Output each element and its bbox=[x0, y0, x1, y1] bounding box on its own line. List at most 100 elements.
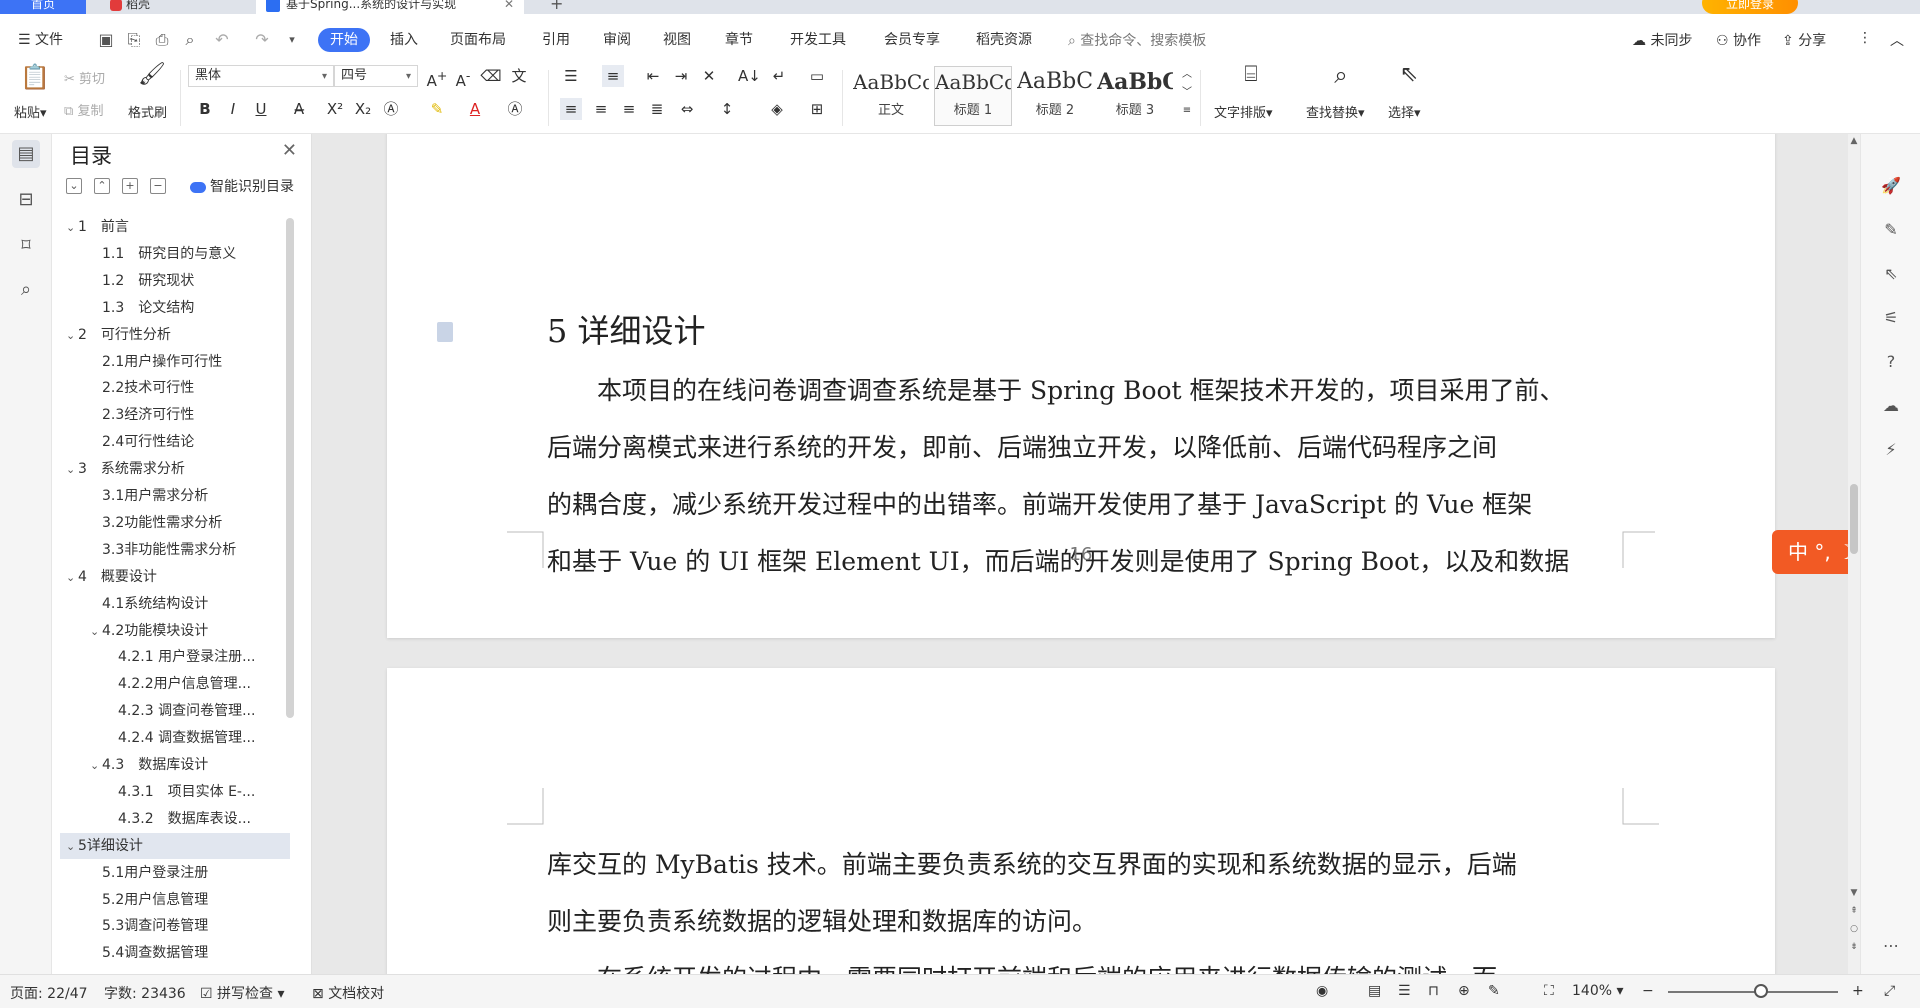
pen-icon[interactable]: ✎ bbox=[1879, 218, 1903, 242]
phonetic-icon[interactable]: 文 bbox=[508, 65, 530, 87]
redo-icon[interactable]: ↷ bbox=[252, 30, 272, 50]
numbered-list-icon[interactable]: ≡ bbox=[602, 65, 624, 87]
copy-button[interactable]: ⧉ 复制 bbox=[64, 100, 103, 119]
document-page[interactable]: 5 详细设计 本项目的在线问卷调查调查系统是基于 Spring Boot 框架技… bbox=[387, 134, 1775, 638]
toc-item[interactable]: 4.3.2 数据库表设... bbox=[60, 806, 290, 832]
chevron-down-icon[interactable]: ⌄ bbox=[66, 457, 78, 482]
table-tools-icon[interactable]: ▭ bbox=[806, 65, 828, 87]
login-button[interactable]: 立即登录 bbox=[1702, 0, 1798, 14]
browse-object-icon[interactable]: ○ bbox=[1848, 924, 1860, 934]
style-heading-3[interactable]: AaBbC 标题 3 bbox=[1096, 66, 1174, 126]
toc-item[interactable]: 3.2功能性需求分析 bbox=[60, 510, 290, 536]
undo-icon[interactable]: ↶ bbox=[212, 30, 232, 50]
italic-icon[interactable]: I bbox=[222, 98, 244, 120]
next-page-icon[interactable]: ⇟ bbox=[1848, 942, 1860, 952]
export-pdf-icon[interactable]: ⎘ bbox=[124, 30, 144, 50]
magnifier-icon[interactable]: ⌕ bbox=[1326, 63, 1356, 94]
shrink-font-icon[interactable]: A- bbox=[452, 65, 474, 90]
spellcheck-button[interactable]: ☑ 拼写检查 ▾ bbox=[200, 983, 285, 1003]
command-search[interactable]: ⌕ 查找命令、搜索模板 bbox=[1068, 30, 1206, 50]
align-left-icon[interactable]: ≡ bbox=[560, 98, 582, 120]
more-options-icon[interactable]: ⋯ bbox=[1879, 934, 1903, 958]
tab-start[interactable]: 开始 bbox=[318, 28, 370, 52]
tab-member[interactable]: 会员专享 bbox=[884, 28, 940, 52]
toc-scrollbar[interactable] bbox=[286, 218, 294, 718]
toc-item[interactable]: 5.3调查问卷管理 bbox=[60, 913, 290, 939]
expand-up-icon[interactable]: ⌃ bbox=[94, 178, 110, 194]
chapter-nav-icon[interactable]: ⊟ bbox=[12, 186, 40, 214]
document-canvas[interactable]: 5 详细设计 本项目的在线问卷调查调查系统是基于 Spring Boot 框架技… bbox=[312, 134, 1848, 974]
quick-access-dropdown-icon[interactable]: ▾ bbox=[282, 30, 302, 50]
toc-item[interactable]: ⌄ 2 可行性分析 bbox=[60, 322, 290, 348]
pointer-icon[interactable]: ⇖ bbox=[1879, 262, 1903, 286]
toc-item[interactable]: 4.2.1 用户登录注册... bbox=[60, 644, 290, 670]
tab-docer[interactable]: 稻壳 bbox=[100, 0, 240, 14]
decrease-indent-icon[interactable]: ⇤ bbox=[642, 65, 664, 87]
chevron-down-icon[interactable]: ⌄ bbox=[90, 753, 102, 778]
clear-format-icon[interactable]: ⌫ bbox=[480, 65, 502, 87]
file-menu[interactable]: ☰ 文件 bbox=[18, 28, 63, 52]
superscript-icon[interactable]: X² bbox=[324, 98, 346, 120]
toc-item[interactable]: ⌄ 4 概要设计 bbox=[60, 564, 290, 590]
zoom-out-icon[interactable]: − bbox=[1642, 983, 1654, 999]
align-right-icon[interactable]: ≡ bbox=[618, 98, 640, 120]
cloud-backup-icon[interactable]: ☁ bbox=[1879, 394, 1903, 418]
word-count[interactable]: 字数: 23436 bbox=[104, 983, 186, 1003]
toc-item[interactable]: 2.2技术可行性 bbox=[60, 375, 290, 401]
zoom-slider-thumb[interactable] bbox=[1754, 984, 1768, 998]
close-icon[interactable]: ✕ bbox=[282, 140, 297, 161]
cursor-select-icon[interactable]: ⇖ bbox=[1394, 64, 1424, 94]
bold-icon[interactable]: B bbox=[194, 98, 216, 120]
grow-font-icon[interactable]: A+ bbox=[426, 65, 448, 90]
format-painter-icon[interactable]: 🖌 bbox=[138, 64, 166, 94]
print-preview-icon[interactable]: ⌕ bbox=[180, 30, 200, 50]
fullscreen-icon[interactable]: ⤢ bbox=[1884, 983, 1895, 999]
fit-page-icon[interactable]: ⛶ bbox=[1544, 983, 1554, 999]
toc-item[interactable]: ⌄ 3 系统需求分析 bbox=[60, 456, 290, 482]
toc-item[interactable]: ⌄ 1 前言 bbox=[60, 214, 290, 240]
more-menu-icon[interactable]: ⋮ bbox=[1858, 30, 1872, 46]
toc-item[interactable]: 4.2.4 调查数据管理... bbox=[60, 725, 290, 751]
distribute-icon[interactable]: ⇔ bbox=[676, 98, 698, 120]
select-button[interactable]: 选择▾ bbox=[1388, 102, 1421, 121]
font-color-icon[interactable]: A bbox=[464, 98, 486, 120]
toc-item[interactable]: 3.3非功能性需求分析 bbox=[60, 537, 290, 563]
heading-5-detailed-design[interactable]: 5 详细设计 bbox=[547, 306, 706, 352]
show-marks-icon[interactable]: ↵ bbox=[768, 65, 790, 87]
tab-document[interactable]: 基于Spring...系统的设计与实现 ✕ bbox=[256, 0, 524, 14]
tab-insert[interactable]: 插入 bbox=[390, 28, 418, 52]
text-layout-icon[interactable]: ⌸ bbox=[1236, 64, 1266, 94]
subscript-icon[interactable]: X₂ bbox=[352, 98, 374, 120]
eye-protection-icon[interactable]: ◉ bbox=[1316, 983, 1328, 999]
toc-item[interactable]: 4.2.2用户信息管理... bbox=[60, 671, 290, 697]
search-icon[interactable]: ⌕ bbox=[12, 276, 40, 304]
chevron-down-icon[interactable]: ⌄ bbox=[90, 619, 102, 644]
scrollbar-thumb[interactable] bbox=[1850, 484, 1858, 554]
add-heading-icon[interactable]: + bbox=[122, 178, 138, 194]
justify-icon[interactable]: ≣ bbox=[646, 98, 668, 120]
toc-item[interactable]: ⌄ 4.2功能模块设计 bbox=[60, 618, 290, 644]
style-heading-1[interactable]: AaBbCcD 标题 1 bbox=[934, 66, 1012, 126]
close-tab-icon[interactable]: ✕ bbox=[504, 0, 514, 14]
line-spacing-icon[interactable]: ↕ bbox=[716, 98, 738, 120]
sort-icon[interactable]: A↓ bbox=[738, 65, 761, 87]
page-indicator[interactable]: 页面: 22/47 bbox=[10, 983, 88, 1003]
zoom-in-icon[interactable]: + bbox=[1852, 983, 1864, 999]
help-icon[interactable]: ? bbox=[1879, 350, 1903, 374]
toc-item[interactable]: 5.4调查数据管理 bbox=[60, 940, 290, 966]
style-gallery-scroll-icon[interactable]: ︿ ﹀ ≡ bbox=[1176, 66, 1198, 120]
tab-references[interactable]: 引用 bbox=[542, 28, 570, 52]
save-icon[interactable]: ▣ bbox=[96, 30, 116, 50]
toc-item[interactable]: 1.2 研究现状 bbox=[60, 268, 290, 294]
chevron-down-icon[interactable]: ⌄ bbox=[66, 565, 78, 590]
rocket-icon[interactable]: 🚀 bbox=[1879, 174, 1903, 198]
chevron-down-icon[interactable]: ⌄ bbox=[66, 834, 78, 859]
toc-item[interactable]: ⌄ 4.3 数据库设计 bbox=[60, 752, 290, 778]
outline-view-icon[interactable]: ☰ bbox=[1398, 983, 1411, 999]
style-normal[interactable]: AaBbCcDd 正文 bbox=[852, 66, 930, 126]
zoom-select[interactable]: 140% ▾ bbox=[1572, 983, 1624, 999]
toc-item[interactable]: 1.1 研究目的与意义 bbox=[60, 241, 290, 267]
scroll-top-icon[interactable]: ▲ bbox=[1848, 136, 1860, 146]
tab-developer[interactable]: 开发工具 bbox=[790, 28, 846, 52]
underline-icon[interactable]: U bbox=[250, 98, 272, 120]
